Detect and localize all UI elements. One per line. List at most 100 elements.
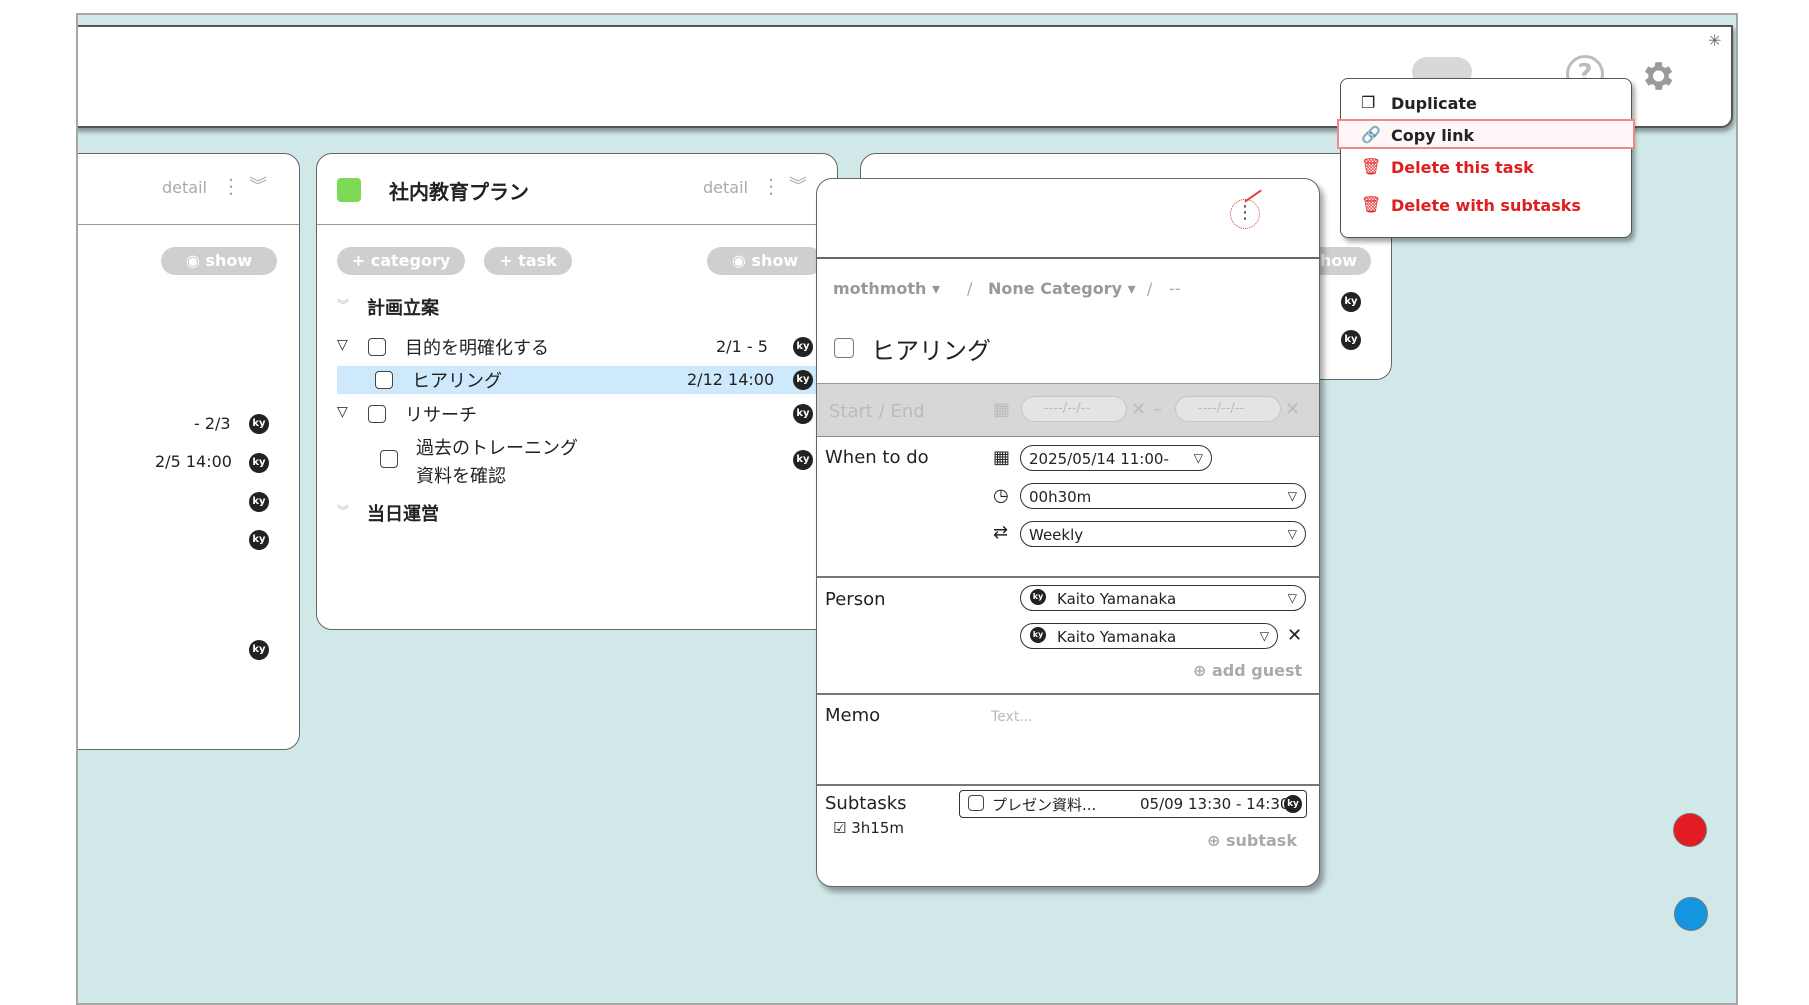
- chevron-double-down-icon[interactable]: ︾: [789, 172, 807, 198]
- chevron-double-down-icon[interactable]: ︾: [249, 172, 267, 198]
- person-select[interactable]: ky Kaito Yamanaka ▽: [1020, 585, 1306, 611]
- subtask-checkbox[interactable]: [968, 795, 984, 811]
- repeat-icon: ⇄: [993, 522, 1009, 543]
- task-label[interactable]: 目的を明確化する: [405, 334, 549, 360]
- clear-end-icon[interactable]: ✕: [1285, 399, 1300, 420]
- trash-icon: 🗑: [1361, 195, 1382, 214]
- panel-divider: [817, 257, 1319, 259]
- remove-person-icon[interactable]: ✕: [1287, 625, 1302, 646]
- assignee-avatar[interactable]: ky: [1341, 330, 1361, 350]
- section-title[interactable]: 計画立案: [367, 294, 439, 320]
- task-title[interactable]: ヒアリング: [871, 331, 991, 366]
- menu-item-copy-link[interactable]: 🔗 Copy link: [1337, 119, 1635, 149]
- assignee-avatar[interactable]: ky: [793, 337, 813, 357]
- person-select[interactable]: ky Kaito Yamanaka ▽: [1020, 623, 1278, 649]
- add-guest-button[interactable]: ⊕ add guest: [1193, 661, 1302, 680]
- menu-item-duplicate[interactable]: ❐ Duplicate: [1341, 89, 1631, 119]
- task-date: 2/12 14:00: [687, 370, 775, 389]
- subtask-label[interactable]: プレゼン資料...: [992, 794, 1096, 815]
- panel-divider: [817, 784, 1319, 786]
- left-project-card: detail ⋮ ︾ ◉ show - 2/3 ky を 2/5 14:00 k…: [78, 153, 300, 750]
- add-subtask-button[interactable]: ⊕ subtask: [1207, 831, 1297, 850]
- task-complete-checkbox[interactable]: [834, 338, 854, 358]
- memo-input[interactable]: Text...: [991, 709, 1033, 725]
- subtasks-total: ☑ 3h15m: [833, 819, 904, 837]
- trash-icon: 🗑: [1361, 157, 1382, 176]
- section-collapse-icon[interactable]: ︾: [337, 296, 349, 313]
- task-checkbox[interactable]: [375, 371, 393, 389]
- menu-item-delete-task[interactable]: 🗑 Delete this task: [1341, 153, 1631, 183]
- breadcrumb-project[interactable]: mothmoth ▾: [833, 279, 940, 298]
- menu-item-delete-with-subtasks[interactable]: 🗑 Delete with subtasks: [1341, 191, 1631, 221]
- expand-triangle-icon[interactable]: ▽: [337, 404, 348, 420]
- subtask-row[interactable]: プレゼン資料... 05/09 13:30 - 14:30 ky: [959, 790, 1307, 818]
- subtask-time: 05/09 13:30 - 14:30: [1140, 795, 1290, 813]
- breadcrumb-category[interactable]: None Category ▾: [988, 279, 1136, 298]
- repeat-select[interactable]: Weekly ▽: [1020, 521, 1306, 547]
- row-date: - 2/3: [194, 414, 231, 433]
- section-collapse-icon[interactable]: ︾: [337, 502, 349, 519]
- gear-icon[interactable]: [1638, 57, 1676, 95]
- eye-icon: ◉: [185, 251, 200, 270]
- assignee-avatar: ky: [1030, 627, 1046, 643]
- expand-triangle-icon[interactable]: ▽: [337, 337, 348, 353]
- more-icon[interactable]: ⋮: [221, 174, 241, 198]
- assignee-avatar[interactable]: ky: [249, 414, 269, 434]
- more-icon[interactable]: ⋮: [761, 174, 781, 198]
- start-end-dash: –: [1153, 399, 1162, 420]
- show-toggle[interactable]: ◉ show: [161, 247, 277, 275]
- assignee-avatar[interactable]: ky: [1284, 795, 1302, 813]
- task-checkbox[interactable]: [368, 405, 386, 423]
- add-category-button[interactable]: + category: [337, 247, 465, 275]
- eye-icon: ◉: [731, 251, 746, 270]
- task-label-line1[interactable]: 過去のトレーニング: [416, 434, 578, 460]
- assignee-avatar[interactable]: ky: [249, 453, 269, 473]
- breadcrumb-tail: --: [1169, 279, 1181, 298]
- blue-action-dot[interactable]: [1674, 897, 1708, 931]
- red-action-dot[interactable]: [1673, 813, 1707, 847]
- task-detail-panel: ⋮ mothmoth ▾ / None Category ▾ / -- ヒアリン…: [816, 178, 1320, 887]
- task-checkbox[interactable]: [380, 450, 398, 468]
- detail-link[interactable]: detail: [162, 178, 207, 197]
- assignee-avatar[interactable]: ky: [793, 370, 813, 390]
- app-frame: ? ✳ detail ⋮ ︾ ◉ show - 2/3 ky を 2/5 14:…: [76, 13, 1738, 1005]
- duration-select[interactable]: 00h30m ▽: [1020, 483, 1306, 509]
- plan-project-card: 社内教育プラン detail ⋮ ︾ + category + task ◉ s…: [316, 153, 838, 630]
- when-to-do-label: When to do: [825, 447, 929, 468]
- more-options-button[interactable]: ⋮: [1230, 199, 1260, 229]
- detail-link[interactable]: detail: [703, 178, 748, 197]
- panel-divider: [817, 693, 1319, 695]
- start-end-label: Start / End: [829, 401, 925, 422]
- clear-start-icon[interactable]: ✕: [1131, 399, 1146, 420]
- link-icon: 🔗: [1361, 125, 1381, 144]
- when-datetime-select[interactable]: 2025/05/14 11:00- ▽: [1020, 445, 1212, 471]
- add-task-button[interactable]: + task: [484, 247, 572, 275]
- memo-label: Memo: [825, 705, 881, 726]
- end-date-input[interactable]: ----/--/--: [1175, 396, 1281, 422]
- assignee-avatar[interactable]: ky: [793, 450, 813, 470]
- assignee-avatar[interactable]: ky: [793, 404, 813, 424]
- copy-icon: ❐: [1361, 93, 1376, 112]
- breadcrumb-separator: /: [967, 279, 973, 298]
- project-title[interactable]: 社内教育プラン: [389, 176, 529, 205]
- start-date-input[interactable]: ----/--/--: [1021, 396, 1127, 422]
- project-color-swatch[interactable]: [337, 178, 361, 202]
- card-header: detail ⋮ ︾: [78, 154, 299, 225]
- task-label[interactable]: リサーチ: [405, 401, 477, 427]
- assignee-avatar: ky: [1030, 589, 1046, 605]
- calendar-icon: ▦: [993, 447, 1011, 468]
- task-checkbox[interactable]: [368, 338, 386, 356]
- card-header: 社内教育プラン detail ⋮ ︾: [317, 154, 837, 225]
- show-toggle[interactable]: ◉ show: [707, 247, 823, 275]
- subtasks-label: Subtasks: [825, 793, 907, 814]
- task-label[interactable]: ヒアリング: [412, 367, 502, 393]
- assignee-avatar[interactable]: ky: [249, 640, 269, 660]
- assignee-avatar[interactable]: ky: [249, 530, 269, 550]
- sparkle-icon: ✳: [1708, 31, 1722, 50]
- section-title[interactable]: 当日運営: [367, 500, 439, 526]
- assignee-avatar[interactable]: ky: [249, 492, 269, 512]
- row-date: 2/5 14:00: [155, 452, 232, 471]
- assignee-avatar[interactable]: ky: [1341, 292, 1361, 312]
- task-label-line2[interactable]: 資料を確認: [416, 462, 506, 488]
- breadcrumb-separator: /: [1147, 279, 1153, 298]
